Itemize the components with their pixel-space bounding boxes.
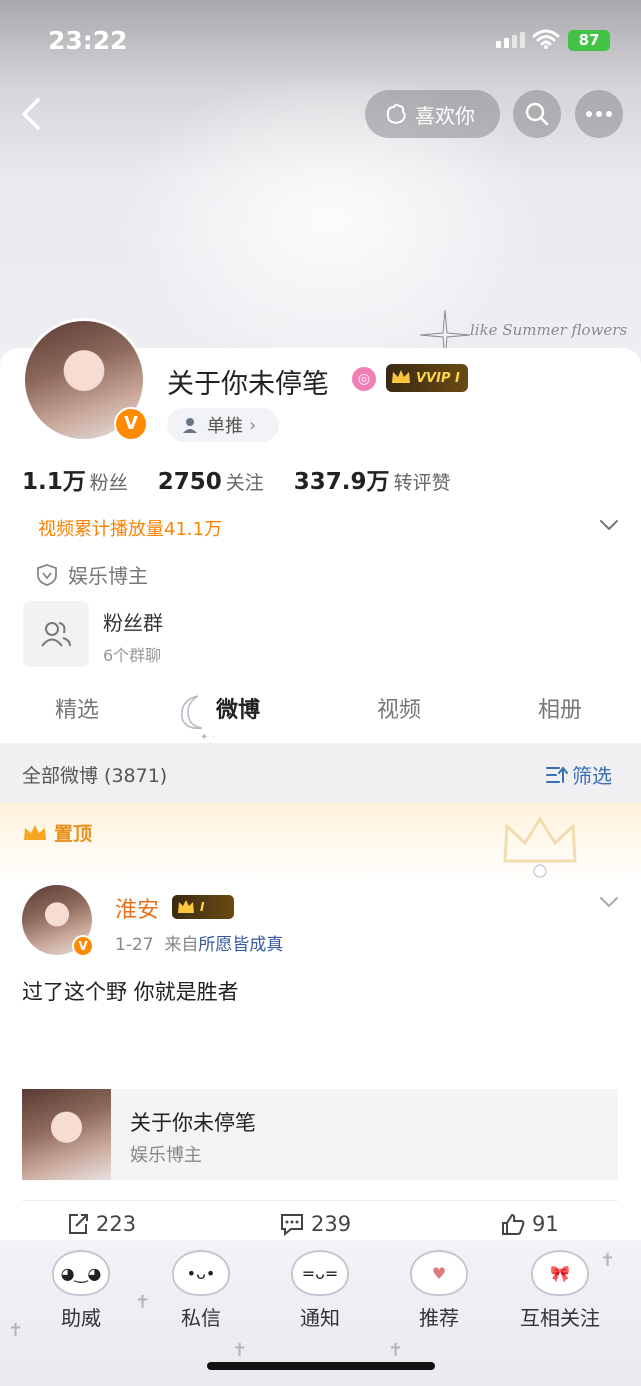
post-vip-label: I: [200, 900, 205, 914]
verified-badge-icon: V: [114, 407, 148, 441]
repost-icon: [69, 1214, 88, 1234]
nav-message-label: 私信: [181, 1306, 221, 1330]
fans-group-title[interactable]: 粉丝群: [103, 607, 163, 636]
ghost-icon: •ᴗ•: [172, 1250, 230, 1296]
group-icon: [41, 622, 71, 647]
like-you-label: 喜欢你: [415, 103, 475, 128]
search-icon: [525, 102, 549, 126]
search-button[interactable]: [513, 90, 561, 138]
battery-icon: 87: [568, 30, 610, 51]
post-text: 过了这个野 你就是胜者: [22, 980, 239, 1004]
followers-count[interactable]: 1.1万: [22, 462, 86, 496]
post-menu-chevron-icon[interactable]: [598, 895, 620, 909]
chevron-right-icon: ›: [249, 414, 257, 436]
pink-badge-icon: ◎: [352, 367, 376, 391]
cat-icon: =ᴗ=: [291, 1250, 349, 1296]
crown-icon: [178, 900, 194, 913]
more-dots-icon: [586, 111, 612, 117]
tab-weibo[interactable]: 微博: [216, 692, 260, 724]
moon-icon: ✦ ✦: [181, 695, 214, 742]
signal-icon: [496, 32, 525, 48]
nav-mutual[interactable]: 🎀 互相关注: [514, 1250, 606, 1331]
like-button[interactable]: 91: [500, 1212, 559, 1236]
divider: [22, 1200, 618, 1201]
crown-icon: [392, 370, 410, 383]
filter-button[interactable]: 筛选: [546, 760, 612, 789]
shared-profile-card[interactable]: 关于你未停笔 娱乐博主: [22, 1089, 618, 1180]
like-count: 91: [532, 1212, 559, 1236]
shared-profile-thumbnail: [22, 1089, 111, 1180]
post-date: 1-27: [115, 935, 154, 955]
svg-text:✦ ✦: ✦ ✦: [200, 732, 214, 742]
shared-profile-title: 关于你未停笔: [130, 1111, 256, 1135]
post-source[interactable]: 所愿皆成真: [198, 935, 283, 955]
crown-icon: [24, 824, 46, 840]
shared-profile-subtitle: 娱乐博主: [130, 1145, 202, 1166]
followers-label: 粉丝: [89, 472, 128, 494]
home-indicator: [207, 1362, 435, 1370]
profile-stats: 1.1万 粉丝 2750 关注 337.9万 转评赞: [22, 462, 451, 496]
vvip-badge[interactable]: VVIP I: [386, 364, 468, 392]
pinned-label: 置顶: [54, 823, 93, 845]
post-source-prefix: 来自: [164, 935, 199, 955]
profile-name: 关于你未停笔: [167, 369, 329, 400]
nav-notify-label: 通知: [300, 1306, 340, 1330]
pinned-banner: 置顶: [0, 803, 641, 883]
bow-icon: 🎀: [531, 1250, 589, 1296]
post-author-name[interactable]: 淮安: [115, 892, 159, 924]
dan-tui-button[interactable]: 单推 ›: [167, 408, 279, 442]
tab-video[interactable]: 视频: [377, 692, 421, 724]
dan-tui-label: 单推: [207, 416, 243, 437]
nav-recommend[interactable]: ♥ 推荐: [394, 1250, 484, 1331]
hand-heart-icon: [386, 103, 406, 124]
fans-group-subtitle: 6个群聊: [103, 646, 162, 665]
heart-icon: ♥: [410, 1250, 468, 1296]
like-you-button[interactable]: 喜欢你: [365, 90, 500, 138]
post-actions: 223 239 91: [0, 1212, 641, 1242]
verified-badge-small-icon: V: [72, 935, 94, 957]
post-vip-badge: I: [172, 895, 234, 919]
entertainment-tag: 娱乐博主: [36, 560, 148, 589]
chevron-down-icon[interactable]: [598, 518, 620, 532]
following-label: 关注: [225, 472, 264, 494]
crown-decoration-icon: [503, 816, 577, 878]
nav-cheer-label: 助威: [61, 1306, 101, 1330]
tab-album[interactable]: 相册: [538, 692, 582, 724]
person-icon: [183, 418, 197, 433]
all-weibo-count: 全部微博 (3871): [22, 765, 168, 787]
fans-group-icon-box[interactable]: [23, 601, 89, 667]
comment-count: 239: [311, 1212, 352, 1236]
profile-tabs: 精选 微博 视频 相册: [0, 688, 641, 732]
status-time: 23:22: [48, 26, 128, 55]
comment-icon: [281, 1214, 303, 1236]
nav-recommend-label: 推荐: [419, 1306, 459, 1330]
nav-message[interactable]: •ᴗ• 私信: [156, 1250, 246, 1331]
nav-mutual-label: 互相关注: [520, 1306, 600, 1330]
filter-label: 筛选: [572, 764, 612, 788]
tab-featured[interactable]: 精选: [55, 692, 99, 724]
wifi-icon: [532, 29, 560, 49]
repost-count: 223: [96, 1212, 137, 1236]
play-count-text: 视频累计播放量41.1万: [38, 519, 223, 540]
angel-cat-icon: ◕‿◕: [52, 1250, 110, 1296]
following-count[interactable]: 2750: [158, 469, 222, 495]
nav-cheer[interactable]: ◕‿◕ 助威: [36, 1250, 126, 1331]
entertainment-label: 娱乐博主: [68, 564, 148, 588]
status-bar: 23:22 87: [0, 0, 641, 80]
comment-button[interactable]: 239: [279, 1212, 351, 1236]
repost-button[interactable]: 223: [66, 1212, 136, 1236]
feed-filter-bar: 全部微博 (3871) 筛选: [0, 743, 641, 803]
thumbs-up-icon: [502, 1213, 525, 1235]
interactions-label: 转评赞: [393, 472, 451, 494]
shield-icon: [37, 563, 57, 586]
filter-icon: [546, 765, 568, 783]
vvip-label: VVIP I: [416, 370, 460, 386]
interactions-count[interactable]: 337.9万: [294, 462, 390, 496]
back-arrow-icon[interactable]: [14, 94, 50, 134]
more-button[interactable]: [575, 90, 623, 138]
post-meta: 1-27 来自所愿皆成真: [115, 930, 283, 955]
nav-notify[interactable]: =ᴗ= 通知: [275, 1250, 365, 1331]
